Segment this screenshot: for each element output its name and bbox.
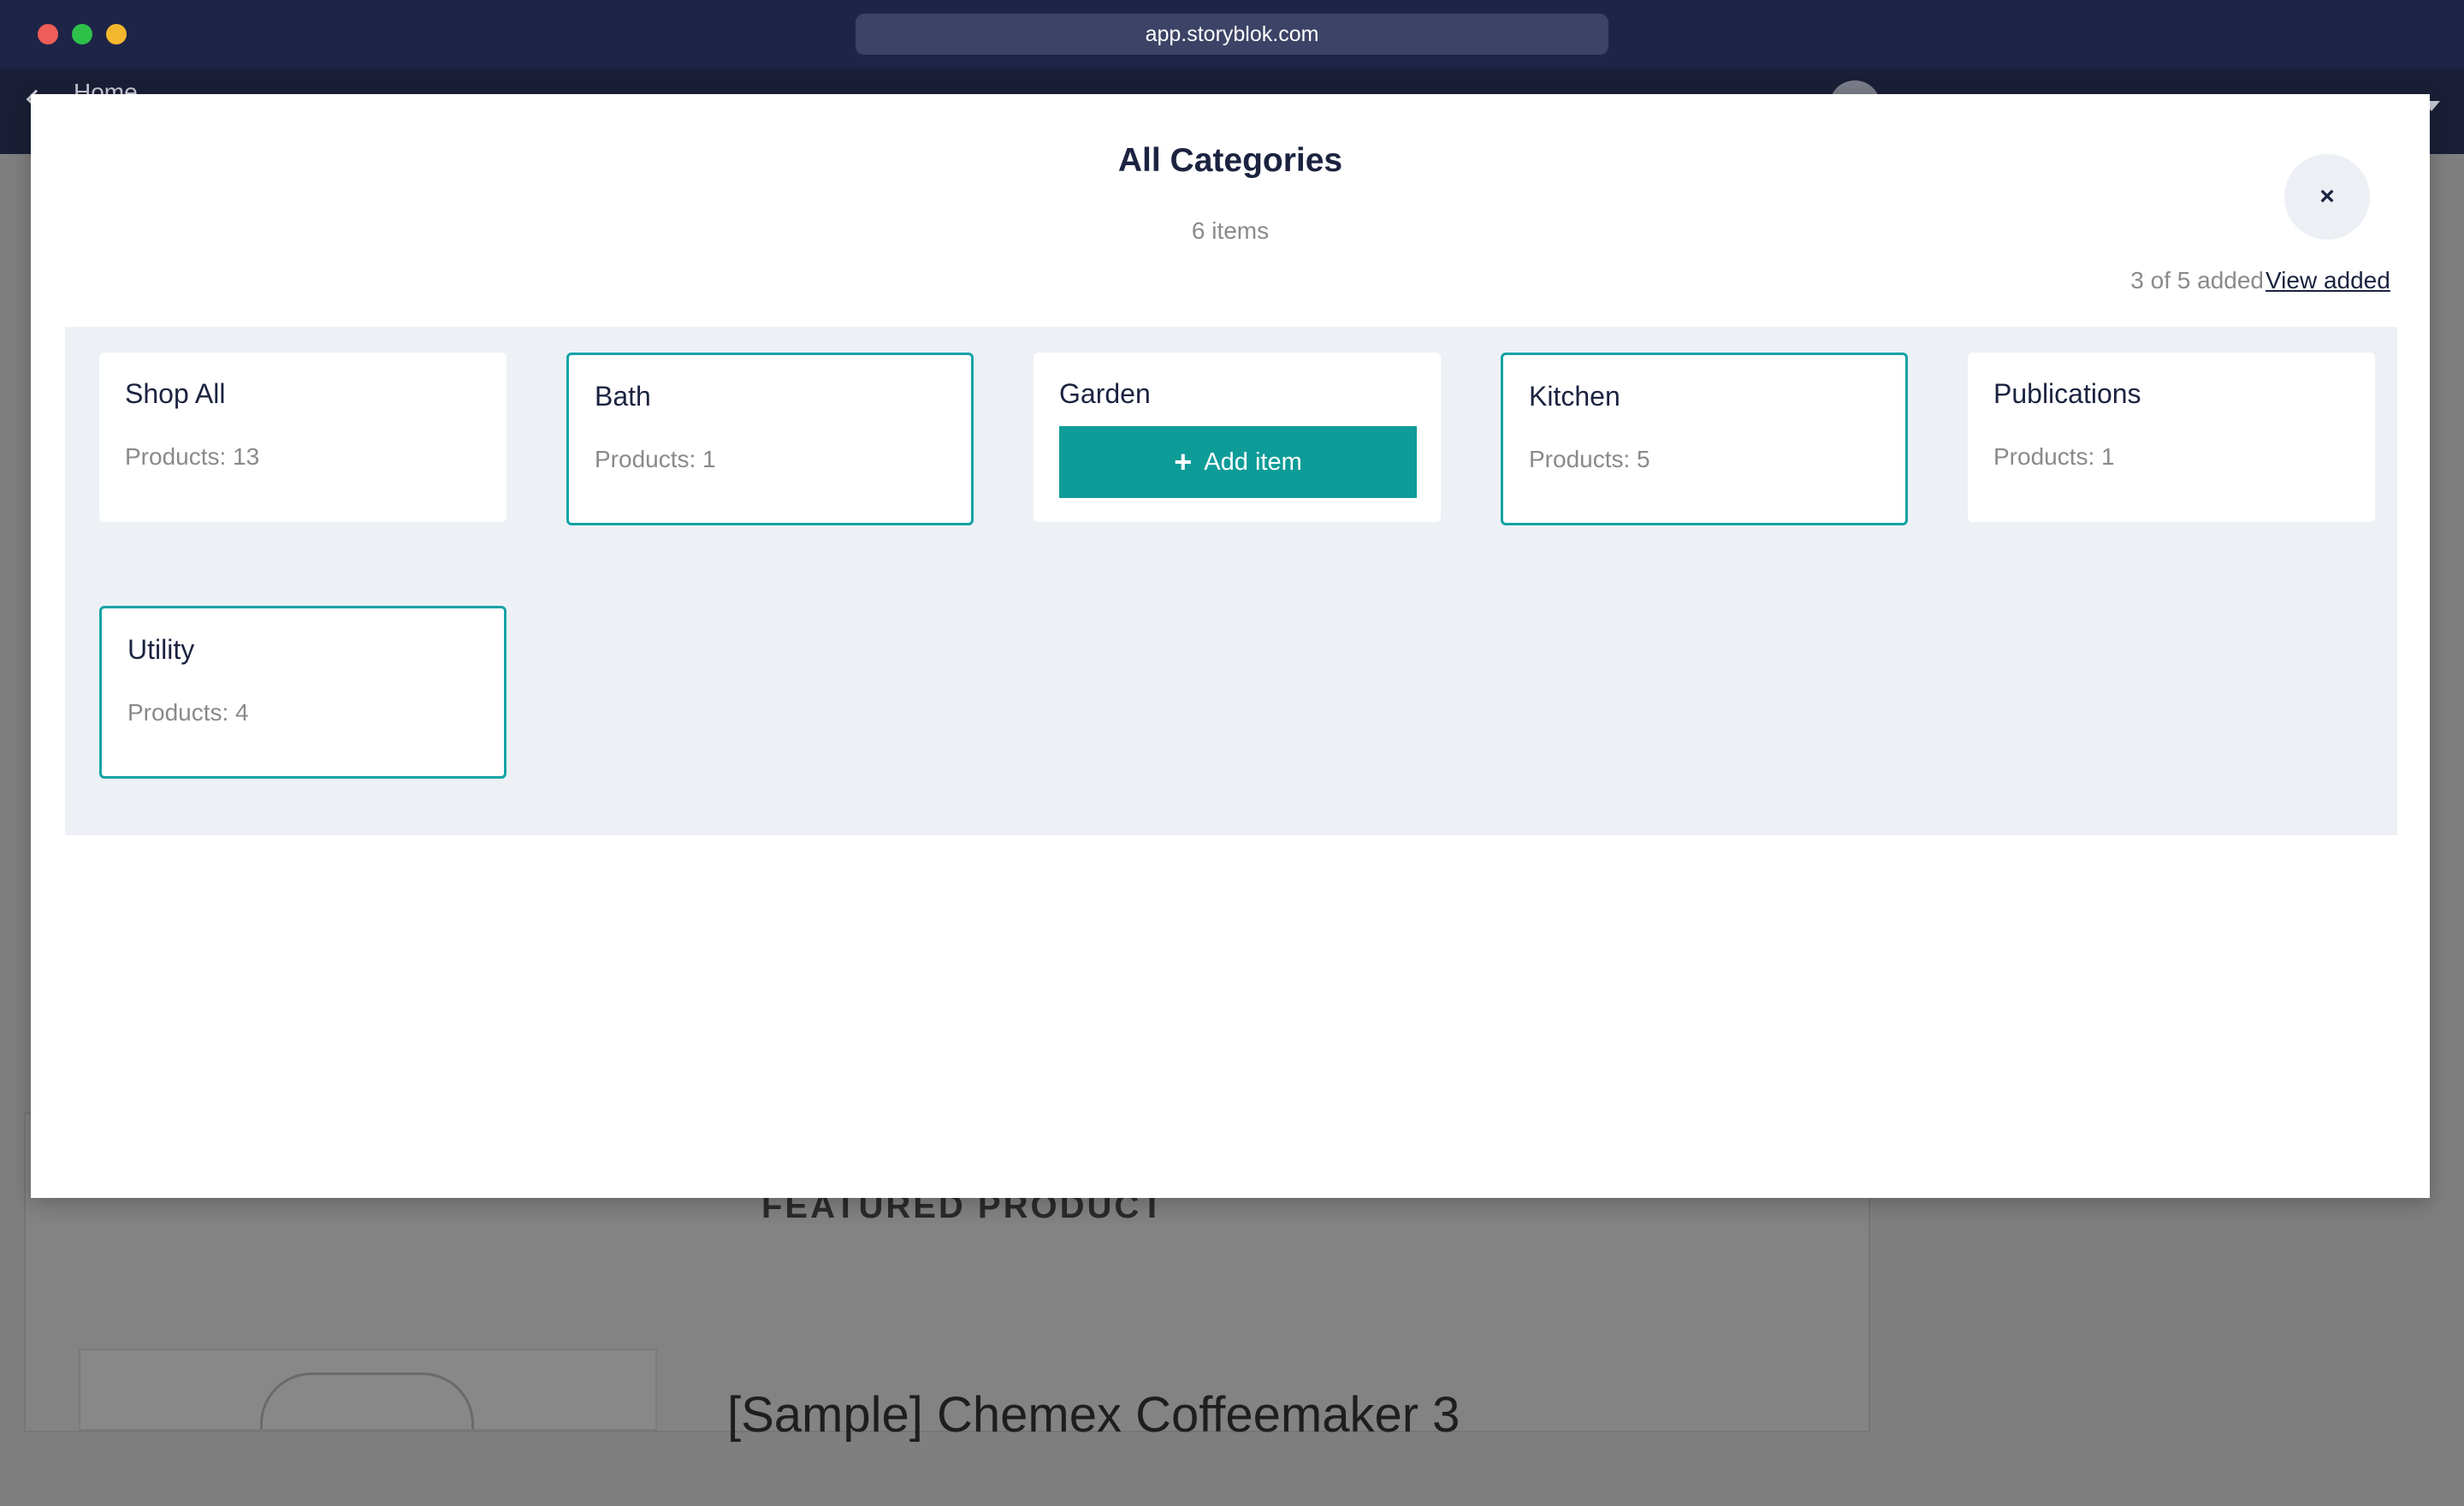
- category-product-count: Products: 4: [127, 699, 249, 726]
- category-card-shop-all[interactable]: Shop All Products: 13: [99, 353, 506, 522]
- close-button[interactable]: ×: [2284, 154, 2370, 240]
- view-added-link[interactable]: View added: [2266, 267, 2390, 294]
- category-product-count: Products: 13: [125, 443, 260, 470]
- close-window-icon[interactable]: [38, 24, 58, 44]
- category-product-count: Products: 1: [1993, 443, 2115, 470]
- product-image: [79, 1349, 657, 1431]
- close-icon: ×: [2319, 182, 2335, 210]
- category-card-publications[interactable]: Publications Products: 1: [1968, 353, 2375, 522]
- product-title: [Sample] Chemex Coffeemaker 3: [727, 1387, 1460, 1443]
- category-card-garden[interactable]: Garden + Add item: [1034, 353, 1441, 522]
- category-product-count: Products: 1: [595, 446, 716, 472]
- minimize-window-icon[interactable]: [106, 24, 127, 44]
- category-name: Publications: [1993, 378, 2141, 409]
- modal-title: All Categories: [1117, 142, 1343, 179]
- category-grid: Shop All Products: 13 Bath Products: 1 G…: [65, 327, 2397, 835]
- category-card-utility[interactable]: Utility Products: 4: [99, 606, 506, 779]
- add-item-button[interactable]: + Add item: [1059, 426, 1417, 498]
- category-card-bath[interactable]: Bath Products: 1: [566, 353, 974, 525]
- coffeemaker-image-shape: [260, 1373, 474, 1429]
- category-name: Shop All: [125, 378, 226, 409]
- browser-titlebar: app.storyblok.com: [0, 0, 2464, 68]
- added-status: 3 of 5 added: [2130, 267, 2264, 293]
- category-name: Kitchen: [1529, 381, 1620, 412]
- category-card-kitchen[interactable]: Kitchen Products: 5: [1501, 353, 1908, 525]
- address-bar[interactable]: app.storyblok.com: [856, 14, 1608, 55]
- category-name: Bath: [595, 381, 651, 412]
- category-product-count: Products: 5: [1529, 446, 1650, 472]
- category-name: Garden: [1059, 378, 1151, 409]
- add-item-label: Add item: [1204, 448, 1302, 476]
- plus-icon: +: [1174, 444, 1193, 479]
- category-picker-modal: All Categories 6 items × 3 of 5 added Vi…: [31, 94, 2430, 1198]
- item-count: 6 items: [1191, 217, 1270, 244]
- category-name: Utility: [127, 634, 195, 665]
- maximize-window-icon[interactable]: [72, 24, 92, 44]
